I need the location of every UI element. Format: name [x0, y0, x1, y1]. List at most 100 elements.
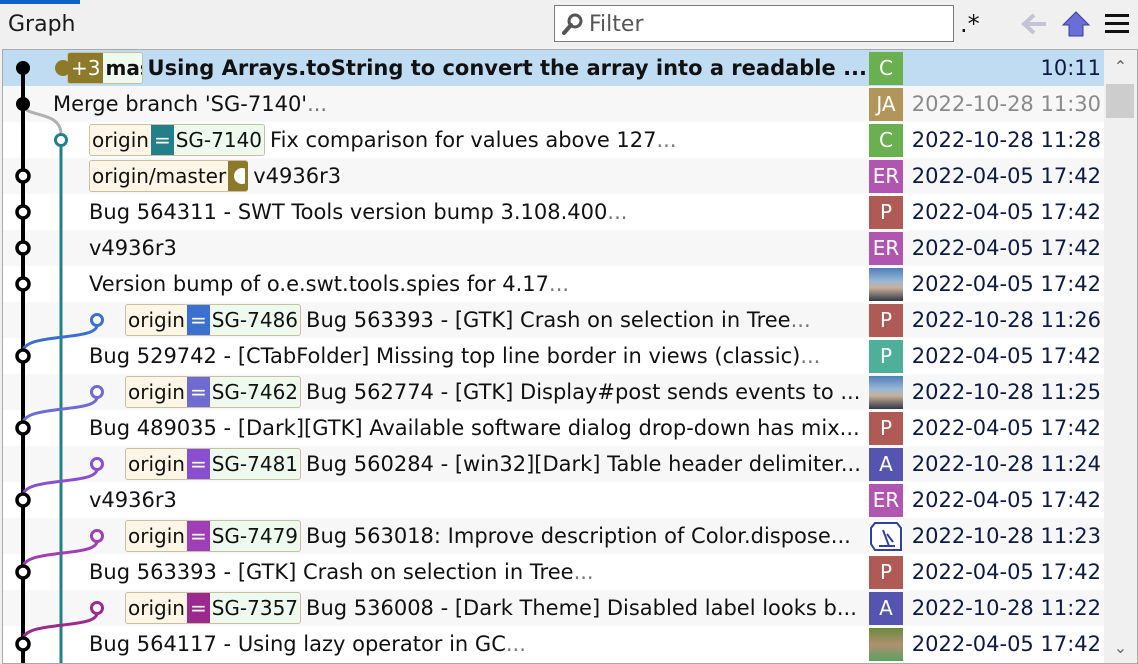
author-avatar: A: [869, 592, 903, 625]
commit-message-text: Bug 560284 - [win32][Dark] Table header …: [306, 452, 861, 476]
commit-row[interactable]: v4936r3 ER 2022-04-05 17:42: [3, 230, 1105, 266]
commit-row[interactable]: Bug 563393 - [GTK] Crash on selection in…: [3, 554, 1105, 590]
commit-message: origin = SG-7140 Fix comparison for values …: [89, 122, 867, 158]
commit-row[interactable]: origin = SG-7140 Fix comparison for values …: [3, 122, 1105, 158]
ahead-indicator-icon: [228, 161, 249, 191]
commit-row[interactable]: Bug 489035 - [Dark][GTK] Available softw…: [3, 410, 1105, 446]
scroll-up-arrow-icon[interactable]: ⌃: [1104, 52, 1137, 82]
remote-branch-label[interactable]: origin = SG-7486: [125, 304, 302, 336]
commit-row[interactable]: origin = SG-7481 Bug 560284 - [win32][Dark]…: [3, 446, 1105, 482]
author-avatar: ER: [869, 484, 903, 517]
commit-date: 2022-10-28 11:25: [911, 380, 1101, 404]
commit-row[interactable]: Bug 529742 - [CTabFolder] Missing top li…: [3, 338, 1105, 374]
filter-input[interactable]: [589, 10, 949, 38]
commit-row[interactable]: +3masterUsing Arrays.toString to convert…: [3, 50, 1105, 86]
commit-row[interactable]: Merge branch 'SG-7140'... JA 2022-10-28 11…: [3, 86, 1105, 122]
scrollbar-thumb[interactable]: [1106, 84, 1134, 118]
sync-status-icon: =: [186, 449, 210, 479]
toolbar: Graph .*: [0, 0, 1138, 48]
commit-date: 2022-10-28 11:22: [911, 596, 1101, 620]
branch-commit-node: [90, 313, 104, 327]
remote-branch-label[interactable]: origin = SG-7462: [125, 376, 302, 408]
commit-row[interactable]: Version bump of o.e.swt.tools.spies for …: [3, 266, 1105, 302]
commit-row[interactable]: Bug 564311 - SWT Tools version bump 3.10…: [3, 194, 1105, 230]
commit-message: Bug 564311 - SWT Tools version bump 3.10…: [89, 194, 867, 230]
remote-branch-label[interactable]: origin = SG-7357: [125, 592, 302, 624]
head-marker: [55, 60, 71, 76]
remote-branch-label[interactable]: origin = SG-7481: [125, 448, 302, 480]
commit-message-text: Bug 489035 - [Dark][GTK] Available softw…: [89, 416, 860, 440]
back-arrow-icon[interactable]: [1020, 10, 1048, 38]
commit-node: [16, 61, 30, 75]
commit-date: 2022-04-05 17:42: [911, 560, 1101, 584]
commit-message: Bug 564117 - Using lazy operator in GC..…: [89, 626, 867, 662]
branch-name: SG-7481: [209, 449, 301, 479]
truncation-ellipsis: ...: [573, 560, 594, 584]
commit-row[interactable]: origin = SG-7479 Bug 563018: Improve descri…: [3, 518, 1105, 554]
commit-date: 2022-10-28 11:30: [911, 92, 1101, 116]
regex-toggle[interactable]: .*: [960, 10, 980, 38]
author-avatar: JA: [869, 88, 903, 121]
commit-message: origin = SG-7357 Bug 536008 - [Dark Theme] …: [125, 590, 867, 626]
menu-icon[interactable]: [1103, 10, 1131, 38]
commit-node: [15, 168, 31, 184]
commit-message: origin/master v4936r3: [89, 158, 867, 194]
commit-graph: [15, 60, 104, 663]
commit-node: [15, 276, 31, 292]
commit-row[interactable]: origin/master v4936r3 ER 2022-04-05 17:42: [3, 158, 1105, 194]
commit-date: 2022-04-05 17:42: [911, 272, 1101, 296]
branch-name: SG-7357: [209, 593, 301, 623]
commit-row[interactable]: origin = SG-7486 Bug 563393 - [GTK] Crash o…: [3, 302, 1105, 338]
home-icon[interactable]: [1062, 10, 1090, 38]
branch-name: SG-7462: [209, 377, 301, 407]
truncation-ellipsis: ...: [790, 308, 811, 332]
commit-row[interactable]: v4936r3 ER 2022-04-05 17:42: [3, 482, 1105, 518]
commit-row[interactable]: origin = SG-7462 Bug 562774 - [GTK] Display…: [3, 374, 1105, 410]
commit-message-text: Bug 536008 - [Dark Theme] Disabled label…: [306, 596, 857, 620]
commit-message: origin = SG-7462 Bug 562774 - [GTK] Display…: [125, 374, 867, 410]
commit-message-text: Fix comparison for values above 127: [270, 128, 657, 152]
scroll-down-arrow-icon[interactable]: ⌄: [1104, 633, 1137, 663]
commit-date: 2022-04-05 17:42: [911, 344, 1101, 368]
vertical-scrollbar[interactable]: ⌃ ⌄: [1104, 50, 1137, 663]
commit-message: v4936r3: [89, 482, 867, 518]
truncation-ellipsis: ...: [607, 200, 628, 224]
truncation-ellipsis: ...: [505, 632, 526, 656]
author-avatar: P: [869, 340, 903, 373]
commit-message-text: Bug 563018: Improve description of Color…: [306, 524, 851, 548]
commit-date: 2022-10-28 11:26: [911, 308, 1101, 332]
author-avatar: A: [869, 448, 903, 481]
commit-message: Version bump of o.e.swt.tools.spies for …: [89, 266, 867, 302]
commit-message: Merge branch 'SG-7140'...: [53, 86, 867, 122]
view-title: Graph: [8, 12, 76, 37]
commit-message-text: Bug 564117 - Using lazy operator in GC: [89, 632, 506, 656]
commit-node: [16, 97, 30, 111]
commit-message-text: v4936r3: [253, 164, 342, 188]
author-avatar: ER: [869, 232, 903, 265]
branch-name: SG-7140: [173, 125, 265, 155]
commit-message-text: Bug 563393 - [GTK] Crash on selection in…: [89, 560, 574, 584]
commit-date: 2022-04-05 17:42: [911, 200, 1101, 224]
branch-commit-node: [90, 457, 104, 471]
remote-name: origin: [126, 593, 187, 623]
branch-commit-node: [90, 529, 104, 543]
filter-field[interactable]: [554, 5, 954, 42]
commit-list[interactable]: +3masterUsing Arrays.toString to convert…: [2, 49, 1138, 664]
merge-edge: [21, 103, 63, 135]
commit-message-text: Bug 563393 - [GTK] Crash on selection in…: [306, 308, 791, 332]
author-avatar: [869, 268, 903, 301]
truncation-ellipsis: ...: [656, 128, 677, 152]
sync-status-icon: =: [150, 125, 174, 155]
remote-branch-label[interactable]: origin = SG-7479: [125, 520, 302, 552]
commit-node: [15, 420, 31, 436]
commit-message: Bug 563393 - [GTK] Crash on selection in…: [89, 554, 867, 590]
commit-date: 2022-04-05 17:42: [911, 236, 1101, 260]
truncation-ellipsis: ...: [307, 92, 328, 116]
branch-commit-node: [90, 601, 104, 615]
author-avatar: P: [869, 412, 903, 445]
commit-message-text: Bug 562774 - [GTK] Display#post sends ev…: [306, 380, 861, 404]
commit-row[interactable]: Bug 564117 - Using lazy operator in GC..…: [3, 626, 1105, 662]
remote-name: origin: [126, 305, 187, 335]
commit-row[interactable]: origin = SG-7357 Bug 536008 - [Dark Theme] …: [3, 590, 1105, 626]
commit-message: Bug 529742 - [CTabFolder] Missing top li…: [89, 338, 867, 374]
